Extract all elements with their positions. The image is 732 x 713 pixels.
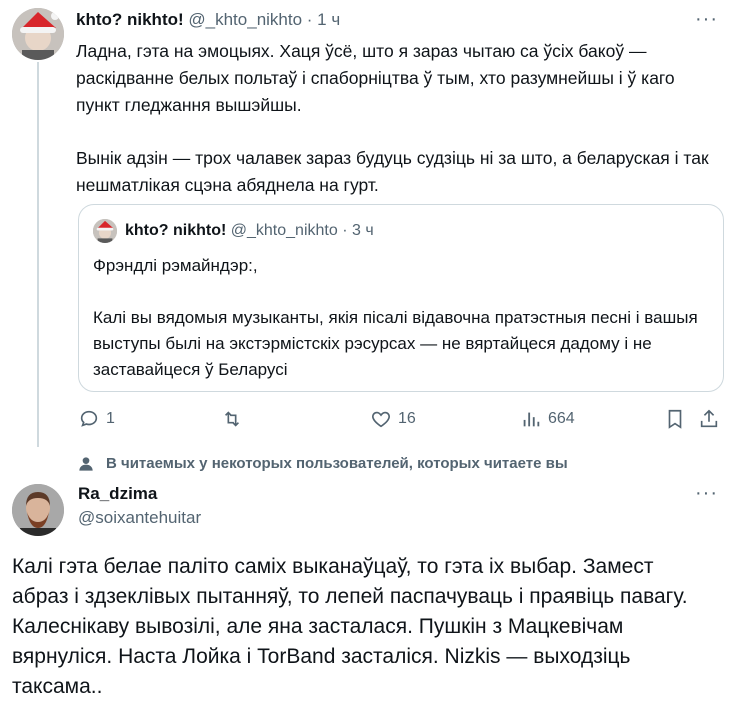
- share-icon: [700, 409, 718, 428]
- tweet-timestamp[interactable]: · 1 ч: [307, 10, 340, 29]
- quoted-paragraph: Фрэндлі рэмайндэр:,: [93, 256, 258, 275]
- quoted-tweet-header: khto? nikhto! @_khto_nikhto · 3 ч: [125, 222, 374, 240]
- repost-icon: [224, 411, 240, 427]
- quoted-paragraph: Калі вы вядомыя музыканты, якія пісалі в…: [93, 308, 698, 379]
- quoted-author-name: khto? nikhto!: [125, 222, 227, 239]
- tweet-paragraph: Вынік адзін — трох чалавек зараз будуць …: [76, 148, 709, 195]
- reply-author-avatar[interactable]: [12, 484, 64, 536]
- reply-author-handle[interactable]: @soixantehuitar: [78, 508, 201, 528]
- thread-connector-line: [37, 62, 39, 447]
- views-count: 664: [548, 410, 575, 427]
- author-name[interactable]: khto? nikhto!: [76, 10, 184, 29]
- bookmark-button[interactable]: [664, 408, 686, 430]
- tweet-header: khto? nikhto! @_khto_nikhto · 1 ч: [76, 10, 340, 30]
- quoted-author-handle: @_khto_nikhto: [230, 222, 338, 239]
- person-icon: [79, 456, 93, 471]
- quoted-timestamp: · 3 ч: [342, 222, 374, 239]
- share-button[interactable]: [698, 408, 720, 430]
- reply-icon: [80, 410, 98, 427]
- quoted-author-avatar: [93, 219, 117, 243]
- tweet-reply[interactable]: Ra_dzima @soixantehuitar ··· Калі гэта б…: [0, 478, 732, 713]
- repost-button[interactable]: [220, 408, 250, 430]
- views-button[interactable]: 664: [520, 408, 575, 430]
- like-count: 16: [398, 410, 416, 427]
- tweet-main[interactable]: khto? nikhto! @_khto_nikhto · 1 ч ··· Ла…: [0, 0, 732, 447]
- reply-count: 1: [106, 410, 115, 427]
- social-context: В читаемых у некоторых пользователей, ко…: [78, 455, 568, 472]
- heart-icon: [372, 411, 390, 428]
- like-button[interactable]: 16: [370, 408, 416, 430]
- reply-more-options-button[interactable]: ···: [695, 482, 718, 505]
- tweet-text: Ладна, гэта на эмоцыях. Хаця ўсё, што я …: [76, 38, 716, 199]
- reply-author-name[interactable]: Ra_dzima: [78, 484, 201, 504]
- reply-text: Калі гэта белае паліто саміх выканаўцаў,…: [12, 555, 688, 698]
- tweet-actions-bar: 1 16 664: [78, 408, 724, 436]
- social-context-text: В читаемых у некоторых пользователей, ко…: [106, 455, 568, 472]
- reply-header: Ra_dzima @soixantehuitar: [78, 484, 201, 528]
- reply-button[interactable]: 1: [78, 408, 115, 430]
- bookmark-icon: [668, 409, 682, 429]
- quoted-tweet-card[interactable]: khto? nikhto! @_khto_nikhto · 3 ч Фрэндл…: [78, 204, 724, 392]
- author-handle[interactable]: @_khto_nikhto: [188, 10, 302, 29]
- tweet-paragraph: Ладна, гэта на эмоцыях. Хаця ўсё, што я …: [76, 41, 675, 115]
- views-icon: [523, 412, 540, 427]
- author-avatar[interactable]: [12, 8, 64, 60]
- more-options-button[interactable]: ···: [695, 8, 718, 31]
- quoted-tweet-text: Фрэндлі рэмайндэр:, Калі вы вядомыя музы…: [93, 253, 713, 383]
